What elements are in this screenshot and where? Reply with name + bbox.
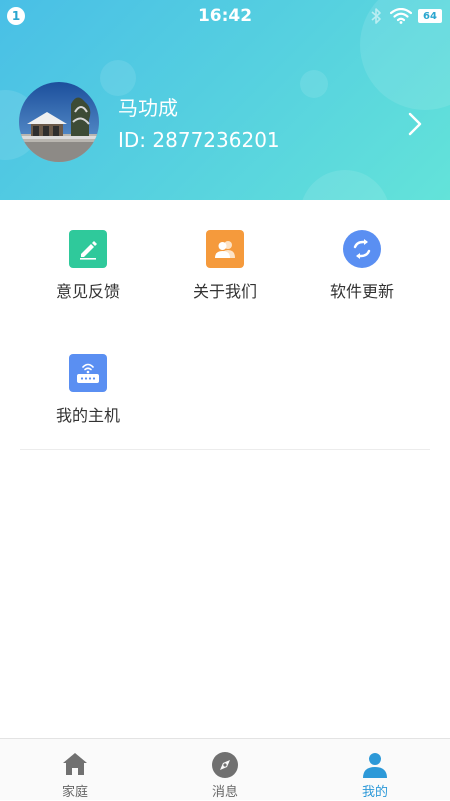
home-icon [63, 753, 87, 775]
tab-label: 消息 [211, 785, 238, 800]
user-icon [363, 753, 387, 778]
grid-item-label: 意见反馈 [55, 282, 120, 301]
router-icon [69, 354, 107, 392]
status-bar: 1 16:42 64 [0, 0, 450, 32]
chevron-right-icon[interactable] [408, 112, 422, 136]
wifi-icon [390, 8, 412, 24]
function-grid: 意见反馈 关于我们 软件更新 我的主机 [20, 200, 430, 450]
refresh-icon [343, 230, 381, 268]
grid-item-about-us[interactable]: 关于我们 [157, 200, 293, 301]
tab-label: 家庭 [61, 785, 88, 800]
tab-mine[interactable]: 我的 [300, 739, 450, 801]
tab-messages[interactable]: 消息 [150, 739, 300, 801]
grid-item-label: 软件更新 [329, 282, 394, 301]
bluetooth-icon [371, 8, 381, 24]
profile-header: 1 16:42 64 马功成 ID: 2877236201 [0, 0, 450, 200]
avatar-image [19, 82, 99, 162]
battery-indicator: 64 [418, 9, 442, 23]
grid-item-my-host[interactable]: 我的主机 [20, 324, 156, 425]
user-name: 马功成 [118, 96, 178, 120]
avatar[interactable] [19, 82, 99, 162]
grid-item-label: 关于我们 [192, 282, 257, 301]
decorative-bubble [300, 170, 390, 200]
status-time: 16:42 [197, 6, 253, 26]
tab-label: 我的 [361, 785, 388, 800]
compass-icon [212, 752, 238, 778]
profile-row[interactable]: 马功成 ID: 2877236201 [0, 80, 450, 164]
grid-item-label: 我的主机 [55, 406, 120, 425]
grid-item-software-update[interactable]: 软件更新 [294, 200, 430, 301]
edit-icon [69, 230, 107, 268]
bottom-tab-bar: 家庭 消息 我的 [0, 738, 450, 800]
tab-home[interactable]: 家庭 [0, 739, 150, 801]
user-id: ID: 2877236201 [118, 128, 280, 152]
contacts-icon [206, 230, 244, 268]
grid-item-feedback[interactable]: 意见反馈 [20, 200, 156, 301]
